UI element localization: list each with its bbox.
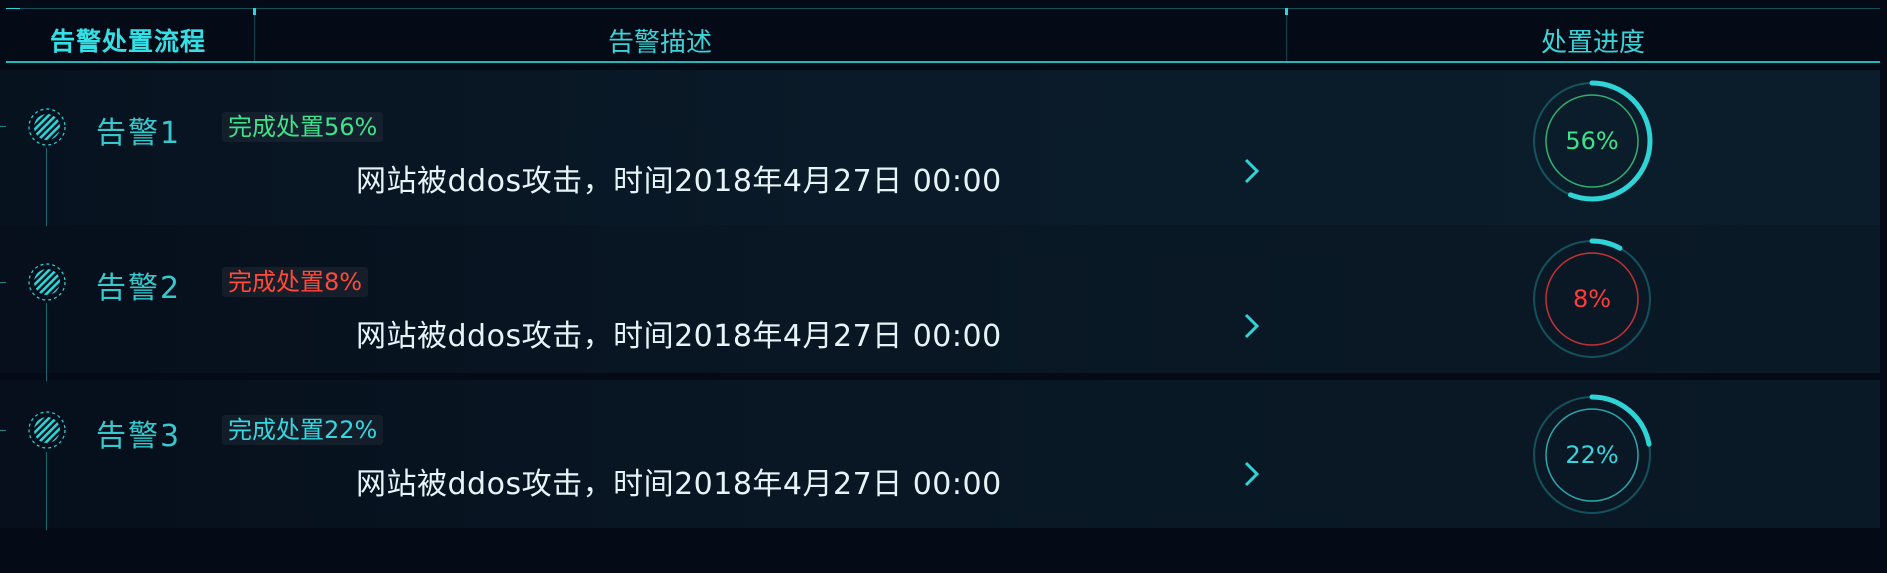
alert-description: 网站被ddos攻击，时间2018年4月27日 00:00 (356, 319, 1002, 354)
header-top-rule (6, 8, 1880, 9)
timeline-line (46, 148, 47, 226)
timeline-mark (0, 126, 6, 127)
header-bottom-rule (6, 61, 1880, 63)
status-badge: 完成处置56% (222, 112, 384, 142)
status-badge: 完成处置8% (222, 267, 369, 297)
alert-description: 网站被ddos攻击，时间2018年4月27日 00:00 (356, 467, 1002, 502)
chevron-right-icon[interactable] (1242, 459, 1262, 489)
panel-title: 告警处置流程 (50, 27, 207, 56)
alert-panel: 告警处置流程 告警描述 处置进度 告警1 完成处置56% 网站被ddos攻击，时… (0, 0, 1887, 573)
header-separator (254, 8, 255, 61)
status-badge: 完成处置22% (222, 415, 384, 445)
chevron-right-icon[interactable] (1242, 311, 1262, 341)
alert-description: 网站被ddos攻击，时间2018年4月27日 00:00 (356, 164, 1002, 199)
alert-label: 告警3 (96, 419, 182, 454)
timeline-mark (0, 282, 6, 283)
alert-label: 告警1 (96, 116, 182, 151)
column-header-description: 告警描述 (608, 28, 713, 58)
header-corner-tick (6, 8, 20, 9)
progress-value: 56% (1565, 127, 1618, 155)
chevron-right-icon[interactable] (1242, 156, 1262, 186)
progress-ring: 8% (1531, 238, 1653, 360)
header-separator (1286, 8, 1287, 61)
alert-label: 告警2 (96, 271, 182, 306)
timeline-line (46, 452, 47, 530)
progress-value: 8% (1573, 285, 1611, 313)
progress-value: 22% (1565, 441, 1618, 469)
timeline-mark (0, 430, 6, 431)
progress-ring: 22% (1531, 394, 1653, 516)
progress-ring: 56% (1531, 80, 1653, 202)
column-header-progress: 处置进度 (1541, 28, 1646, 58)
striped-dot-icon (28, 108, 66, 146)
striped-dot-icon (28, 411, 66, 449)
striped-dot-icon (28, 263, 66, 301)
timeline-line (46, 303, 47, 381)
